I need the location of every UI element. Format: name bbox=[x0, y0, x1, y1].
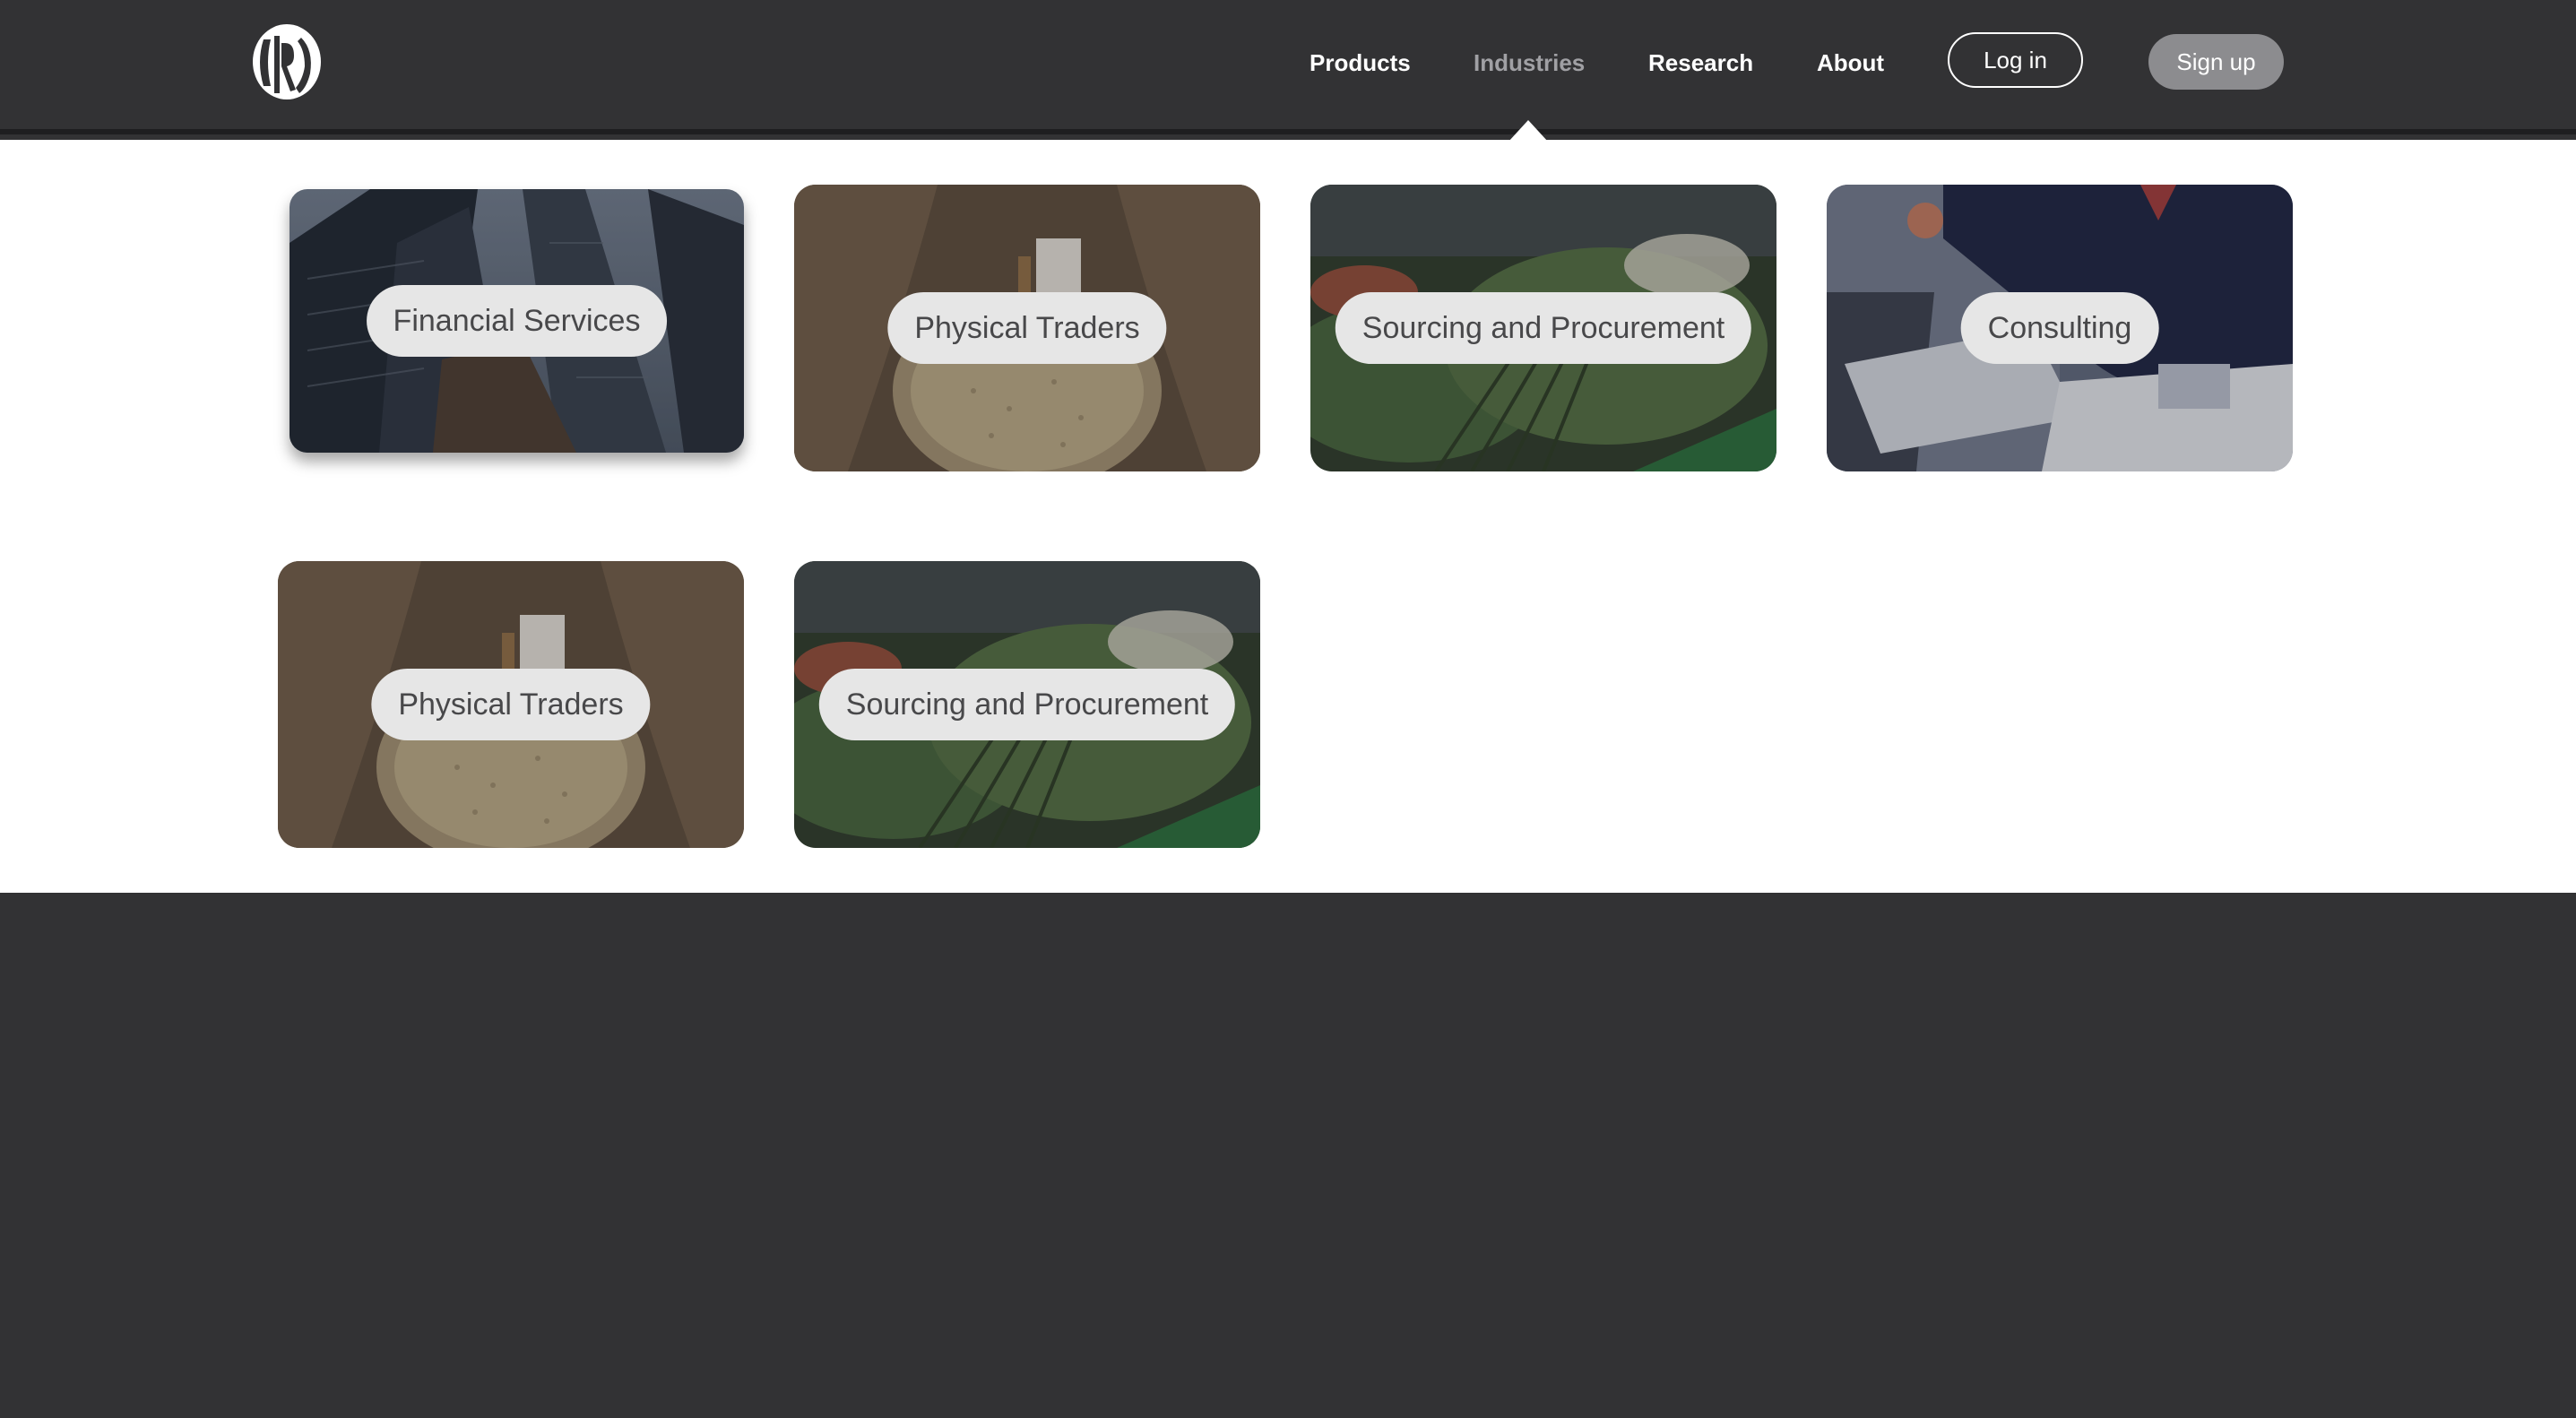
gro-logo[interactable] bbox=[251, 23, 323, 100]
industry-card-financial-services[interactable]: Financial Services bbox=[290, 189, 744, 453]
industry-card-physical-traders-2[interactable]: Physical Traders bbox=[278, 561, 744, 848]
nav-about[interactable]: About bbox=[1817, 47, 1884, 79]
login-button[interactable]: Log in bbox=[1948, 32, 2083, 88]
industry-card-sourcing-procurement[interactable]: Sourcing and Procurement bbox=[1310, 185, 1776, 471]
card-label: Sourcing and Procurement bbox=[818, 669, 1236, 740]
industries-dropdown: Financial Services Physical Traders Sour… bbox=[0, 140, 2576, 893]
card-label: Consulting bbox=[1960, 292, 2159, 364]
card-label: Physical Traders bbox=[887, 292, 1167, 364]
nav-industries[interactable]: Industries bbox=[1474, 47, 1585, 79]
dropdown-pointer bbox=[1508, 120, 1548, 142]
industry-card-physical-traders[interactable]: Physical Traders bbox=[794, 185, 1260, 471]
nav-products[interactable]: Products bbox=[1310, 47, 1411, 79]
card-label: Sourcing and Procurement bbox=[1335, 292, 1752, 364]
industry-card-sourcing-procurement-2[interactable]: Sourcing and Procurement bbox=[794, 561, 1260, 848]
site-header: Products Industries Research About Log i… bbox=[0, 0, 2576, 134]
card-label: Physical Traders bbox=[371, 669, 651, 740]
card-label: Financial Services bbox=[366, 285, 668, 357]
page-backdrop bbox=[0, 893, 2576, 1418]
nav-research[interactable]: Research bbox=[1648, 47, 1753, 79]
industry-card-consulting[interactable]: Consulting bbox=[1827, 185, 2293, 471]
signup-button[interactable]: Sign up bbox=[2148, 34, 2284, 90]
